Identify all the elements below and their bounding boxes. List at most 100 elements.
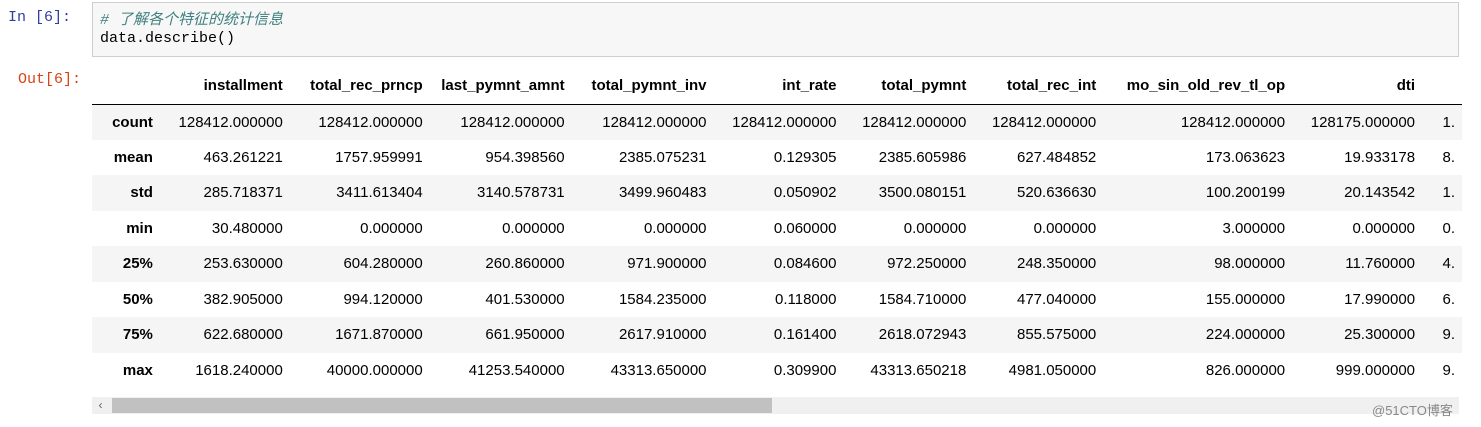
table-header-row: installment total_rec_prncp last_pymnt_amn…: [92, 68, 1462, 105]
table-cell: 0.161400: [773, 326, 837, 344]
table-cell: 40000.000000: [326, 361, 423, 379]
table-cell: 128412.000000: [1180, 113, 1286, 131]
column-header: mo_sin_old_rev_tl_op: [1103, 68, 1293, 105]
column-header: total_pymnt_inv: [571, 68, 714, 105]
table-cell: 3411.613404: [336, 184, 423, 202]
describe-table: installment total_rec_prncp last_pymnt_amn…: [92, 68, 1462, 388]
table-cell: 2618.072943: [878, 326, 967, 344]
dataframe-output: installment total_rec_prncp last_pymnt_amn…: [92, 68, 1462, 394]
table-cell: 2385.075231: [618, 148, 707, 166]
table-cell: 1618.240000: [195, 361, 283, 379]
column-header: [1422, 68, 1462, 105]
table-cell: 0.129305: [773, 148, 837, 166]
code-line: data.describe(): [100, 30, 236, 47]
table-cell: 155.000000: [1205, 290, 1286, 308]
column-header: total_rec_prncp: [289, 68, 430, 105]
table-cell: 622.680000: [203, 326, 283, 344]
table-cell: 11.760000: [1345, 255, 1416, 273]
row-label: min: [126, 219, 153, 237]
table-cell: 19.933178: [1344, 148, 1416, 166]
table-cell: 3499.960483: [618, 184, 707, 202]
table-cell: 0.309900: [773, 361, 837, 379]
row-label: std: [130, 184, 153, 202]
table-cell: 604.280000: [343, 255, 423, 273]
table-cell: 0.: [1442, 219, 1455, 237]
table-cell: 128412.000000: [991, 113, 1097, 131]
row-label: count: [112, 113, 153, 131]
table-cell: 994.120000: [343, 290, 423, 308]
table-cell: 30.480000: [211, 219, 283, 237]
table-cell: 20.143542: [1344, 184, 1416, 202]
scrollbar-thumb[interactable]: [112, 398, 772, 413]
table-row: mean 463.261221 1757.959991 954.398560 2385.…: [92, 139, 1462, 175]
table-cell: 128412.000000: [732, 113, 837, 131]
column-header: total_rec_int: [973, 68, 1104, 105]
table-cell: 248.350000: [1017, 255, 1097, 273]
table-cell: 477.040000: [1017, 290, 1097, 308]
table-cell: 128412.000000: [178, 113, 283, 131]
table-row: std 285.718371 3411.613404 3140.578731 3499.…: [92, 175, 1462, 211]
table-cell: 999.000000: [1335, 361, 1416, 379]
table-cell: 224.000000: [1205, 326, 1286, 344]
table-cell: 627.484852: [1017, 148, 1097, 166]
table-cell: 0.000000: [360, 219, 423, 237]
scroll-left-arrow-icon[interactable]: ‹: [92, 397, 109, 414]
table-cell: 0.000000: [643, 219, 707, 237]
table-cell: 463.261221: [203, 148, 283, 166]
table-cell: 401.530000: [485, 290, 565, 308]
table-cell: 3140.578731: [477, 184, 565, 202]
table-cell: 43313.650000: [610, 361, 707, 379]
table-cell: 0.060000: [773, 219, 837, 237]
table-cell: 661.950000: [485, 326, 565, 344]
table-cell: 1.: [1442, 113, 1455, 131]
table-cell: 260.860000: [485, 255, 565, 273]
row-label: 25%: [122, 255, 153, 273]
table-cell: 25.300000: [1344, 326, 1416, 344]
table-cell: 98.000000: [1214, 255, 1286, 273]
column-header: total_pymnt: [843, 68, 974, 105]
table-cell: 4981.050000: [1008, 361, 1097, 379]
table-cell: 0.000000: [903, 219, 967, 237]
table-cell: 100.200199: [1205, 184, 1286, 202]
table-cell: 4.: [1442, 255, 1455, 273]
table-cell: 0.000000: [1033, 219, 1097, 237]
table-cell: 1.: [1442, 184, 1455, 202]
table-row: 50% 382.905000 994.120000 401.530000 1584.23…: [92, 281, 1462, 317]
table-cell: 6.: [1442, 290, 1455, 308]
table-row: 25% 253.630000 604.280000 260.860000 971.900…: [92, 246, 1462, 282]
code-comment: # 了解各个特征的统计信息: [100, 12, 284, 29]
table-cell: 285.718371: [203, 184, 283, 202]
table-body: count 128412.000000 128412.000000 128412.00…: [92, 104, 1462, 388]
table-cell: 382.905000: [203, 290, 283, 308]
table-cell: 520.636630: [1017, 184, 1097, 202]
table-row: count 128412.000000 128412.000000 128412.00…: [92, 104, 1462, 140]
table-cell: 9.: [1442, 361, 1455, 379]
table-cell: 0.000000: [1352, 219, 1416, 237]
watermark: @51CTO博客: [1372, 403, 1453, 418]
code-cell-editor[interactable]: # 了解各个特征的统计信息 data.describe(): [92, 2, 1459, 57]
column-header: int_rate: [713, 68, 844, 105]
table-cell: 855.575000: [1017, 326, 1097, 344]
table-cell: 972.250000: [887, 255, 967, 273]
table-cell: 2385.605986: [878, 148, 967, 166]
table-cell: 3.000000: [1222, 219, 1286, 237]
table-cell: 1757.959991: [335, 148, 423, 166]
table-cell: 1584.710000: [878, 290, 967, 308]
table-cell: 0.118000: [774, 290, 837, 308]
table-cell: 128175.000000: [1310, 113, 1416, 131]
table-cell: 253.630000: [203, 255, 283, 273]
table-cell: 3500.080151: [878, 184, 967, 202]
table-cell: 9.: [1442, 326, 1455, 344]
table-cell: 128412.000000: [318, 113, 423, 131]
table-row: max 1618.240000 40000.000000 41253.540000 43…: [92, 352, 1462, 388]
column-header: last_pymnt_amnt: [429, 68, 572, 105]
table-cell: 128412.000000: [460, 113, 565, 131]
table-cell: 826.000000: [1205, 361, 1286, 379]
table-cell: 954.398560: [485, 148, 565, 166]
table-cell: 2617.910000: [618, 326, 707, 344]
table-cell: 971.900000: [627, 255, 707, 273]
table-cell: 128412.000000: [862, 113, 967, 131]
horizontal-scrollbar[interactable]: ‹: [92, 397, 1459, 414]
table-cell: 1671.870000: [335, 326, 423, 344]
table-cell: 0.084600: [773, 255, 837, 273]
